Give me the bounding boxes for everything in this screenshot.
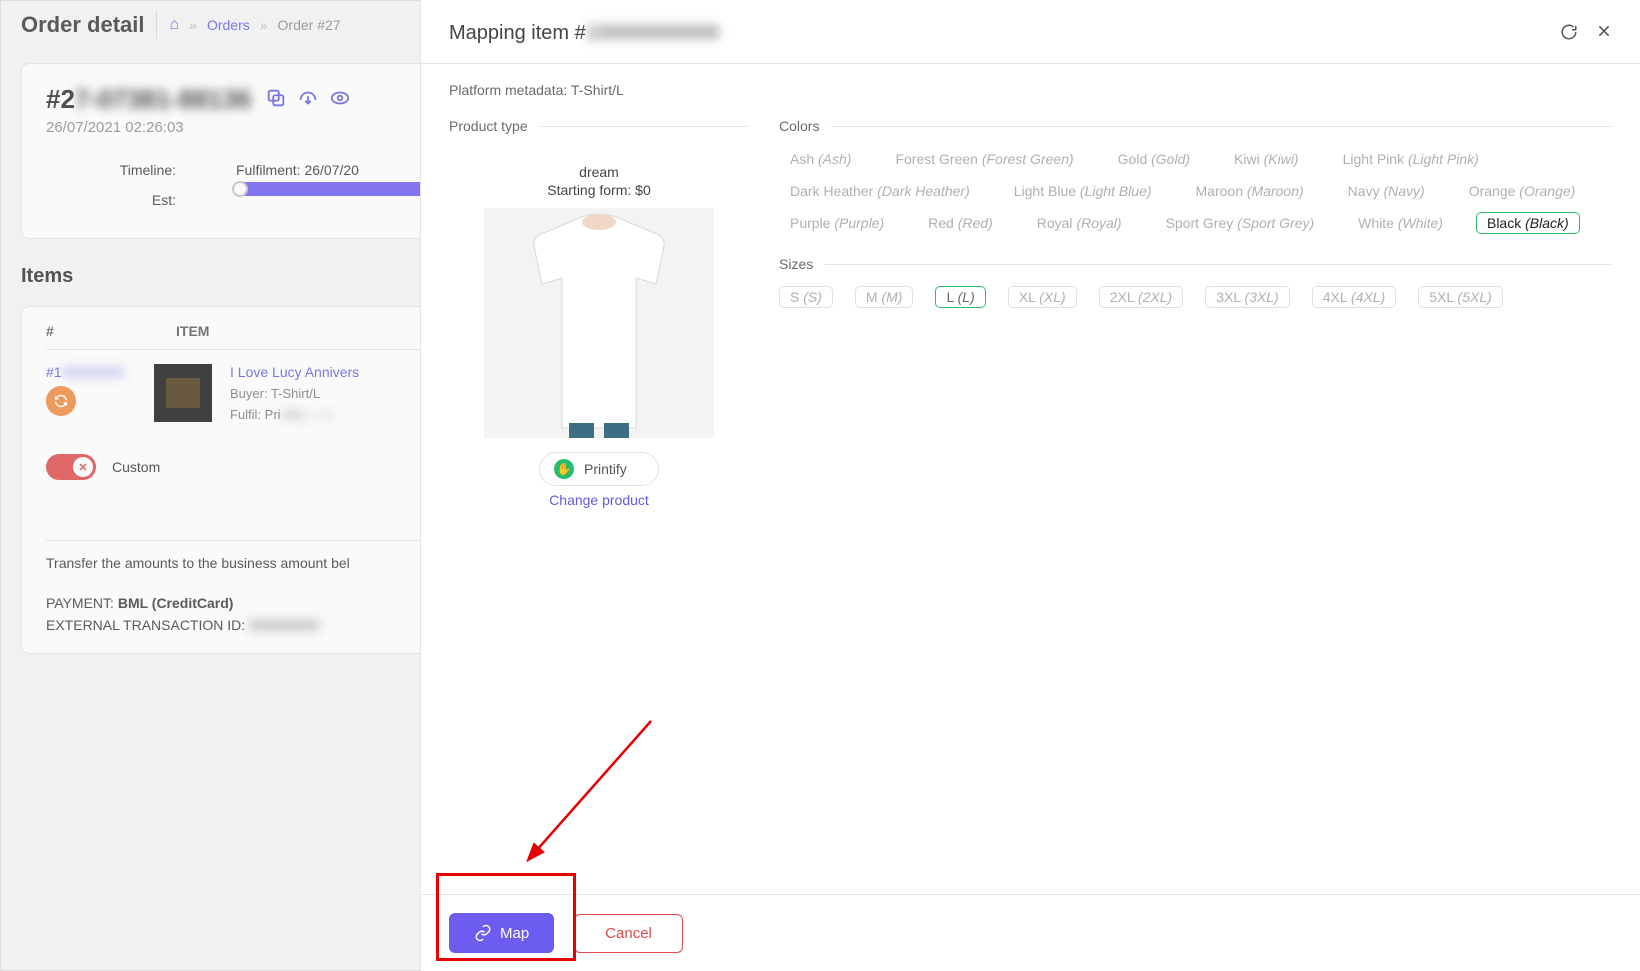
size-chip-s[interactable]: S (S) [779,286,833,308]
colors-label: Colors [779,118,1612,134]
change-product-link[interactable]: Change product [449,492,749,508]
color-chip-dark-heather[interactable]: Dark Heather (Dark Heather) [779,180,981,202]
color-chip-forest-green[interactable]: Forest Green (Forest Green) [884,148,1084,170]
mapping-drawer: Mapping item #100000000000 Platform meta… [420,0,1640,971]
color-chip-light-blue[interactable]: Light Blue (Light Blue) [1003,180,1163,202]
provider-icon: ✋ [554,459,574,479]
color-chip-row: Ash (Ash) Forest Green (Forest Green) Gold… [779,148,1612,234]
size-chip-l[interactable]: L (L) [935,286,985,308]
platform-metadata: Platform metadata: T-Shirt/L [449,82,1612,98]
size-chip-2xl[interactable]: 2XL (2XL) [1099,286,1184,308]
size-chip-3xl[interactable]: 3XL (3XL) [1205,286,1290,308]
link-icon [474,924,492,942]
size-chip-m[interactable]: M (M) [855,286,914,308]
size-chip-5xl[interactable]: 5XL (5XL) [1418,286,1503,308]
map-button[interactable]: Map [449,913,554,953]
color-chip-orange[interactable]: Orange (Orange) [1458,180,1587,202]
color-chip-red[interactable]: Red (Red) [917,212,1004,234]
color-chip-ash[interactable]: Ash (Ash) [779,148,862,170]
product-image [484,208,714,438]
color-chip-black[interactable]: Black (Black) [1476,212,1580,234]
color-chip-light-pink[interactable]: Light Pink (Light Pink) [1332,148,1490,170]
close-icon[interactable] [1596,23,1612,44]
color-chip-white[interactable]: White (White) [1347,212,1454,234]
size-chip-4xl[interactable]: 4XL (4XL) [1312,286,1397,308]
size-chip-row: S (S) M (M) L (L) XL (XL) 2XL (2XL) 3XL (3XL)… [779,286,1612,308]
color-chip-purple[interactable]: Purple (Purple) [779,212,895,234]
product-type-label: Product type [449,118,749,134]
color-chip-royal[interactable]: Royal (Royal) [1026,212,1133,234]
product-name: dream [449,164,749,180]
refresh-icon[interactable] [1560,23,1578,44]
size-chip-xl[interactable]: XL (XL) [1008,286,1077,308]
sizes-label: Sizes [779,256,1612,272]
cancel-button[interactable]: Cancel [574,914,683,953]
color-chip-navy[interactable]: Navy (Navy) [1337,180,1436,202]
provider-chip[interactable]: ✋ Printify [539,452,659,486]
color-chip-kiwi[interactable]: Kiwi (Kiwi) [1223,148,1310,170]
color-chip-gold[interactable]: Gold (Gold) [1107,148,1201,170]
product-price: Starting form: $0 [449,182,749,198]
color-chip-sport-grey[interactable]: Sport Grey (Sport Grey) [1155,212,1326,234]
color-chip-maroon[interactable]: Maroon (Maroon) [1185,180,1315,202]
drawer-title: Mapping item #100000000000 [449,22,719,45]
